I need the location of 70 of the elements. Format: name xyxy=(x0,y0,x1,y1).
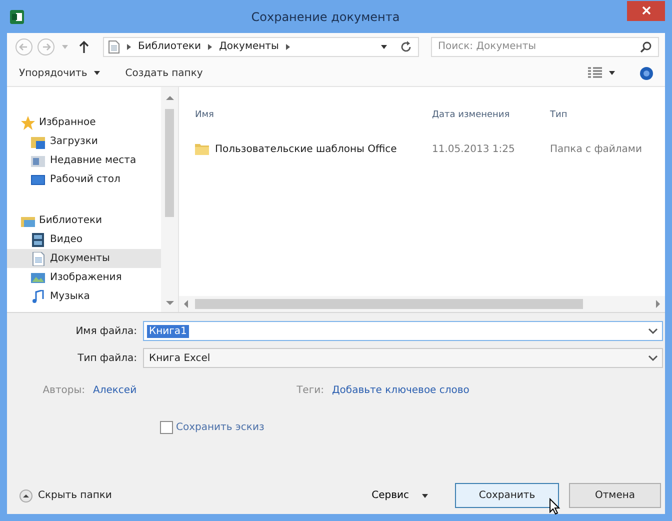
hide-folders-button[interactable]: Скрыть папки xyxy=(19,488,112,502)
excel-icon xyxy=(10,10,24,24)
sidebar-group[interactable]: Библиотеки xyxy=(7,211,161,230)
music-note-icon xyxy=(31,290,45,304)
sidebar-group[interactable]: Избранное xyxy=(7,113,161,132)
new-folder-button[interactable]: Создать папку xyxy=(121,66,207,80)
vertical-scrollbar[interactable] xyxy=(161,87,178,312)
chevron-right-icon xyxy=(207,42,214,50)
type-cell-text: Папка с файлами xyxy=(550,144,643,154)
close-button[interactable] xyxy=(627,0,665,20)
column-header[interactable]: Имя xyxy=(179,110,432,120)
field-label: Теги: xyxy=(296,384,325,396)
organize-button[interactable]: Упорядочить xyxy=(15,66,108,80)
checkbox[interactable] xyxy=(160,421,173,434)
caret-icon xyxy=(608,69,616,77)
collapse-icon xyxy=(19,488,33,502)
search-field[interactable]: Поиск: Документы xyxy=(431,36,659,56)
sidebar-item[interactable]: Изображения xyxy=(7,268,161,287)
list-view-icon xyxy=(588,67,602,79)
scroll-right-icon xyxy=(655,300,661,308)
close-icon xyxy=(642,6,650,15)
dropdown-icon xyxy=(380,42,388,50)
desktop-icon xyxy=(31,172,45,186)
search-icon xyxy=(640,40,652,52)
checkbox-label[interactable]: Сохранить эскиз xyxy=(176,422,264,433)
breadcrumb-item[interactable]: Библиотеки xyxy=(138,41,202,52)
scroll-down-icon xyxy=(166,300,174,306)
scroll-up-icon xyxy=(166,95,174,101)
document-icon xyxy=(108,40,120,54)
field-label: Имя файла: xyxy=(74,326,138,336)
sidebar-item[interactable]: Рабочий стол xyxy=(7,170,161,189)
chevron-down-icon xyxy=(648,326,658,336)
sidebar-item[interactable]: Недавние места xyxy=(7,151,161,170)
file-name-field[interactable]: Книга1 xyxy=(143,321,663,341)
sidebar-item[interactable]: Музыка xyxy=(7,287,161,306)
help-icon xyxy=(640,66,653,80)
dropdown-icon xyxy=(61,42,69,50)
author-link[interactable]: Алексей xyxy=(93,384,137,396)
file-name[interactable]: Пользовательские шаблоны Office xyxy=(215,144,397,154)
video-icon xyxy=(31,232,45,246)
cursor-icon xyxy=(549,498,560,515)
column-header[interactable]: Тип xyxy=(550,110,665,120)
tags-link[interactable]: Добавьте ключевое слово xyxy=(332,384,470,396)
sidebar-item[interactable]: Загрузки xyxy=(7,132,161,151)
column-header[interactable]: Дата изменения xyxy=(432,110,550,120)
recent-places-icon xyxy=(31,154,45,168)
window-title: Сохранение документа xyxy=(250,10,401,24)
field-label: Тип файла: xyxy=(76,352,138,364)
date-cell-text: 11.05.2013 1:25 xyxy=(432,144,516,154)
caret-icon xyxy=(421,492,429,500)
folder-icon xyxy=(195,143,209,155)
chevron-right-icon xyxy=(284,42,291,50)
caret-icon xyxy=(93,69,102,77)
breadcrumb-item[interactable]: Документы xyxy=(219,41,279,52)
scroll-left-icon xyxy=(183,300,189,308)
refresh-icon xyxy=(400,40,412,52)
chevron-right-icon xyxy=(126,42,132,50)
chevron-down-icon xyxy=(648,353,658,363)
file-type-dropdown[interactable]: Книга Excel xyxy=(143,348,663,368)
star-icon xyxy=(21,116,35,130)
service-button[interactable]: Сервис xyxy=(372,490,445,501)
document-icon xyxy=(31,252,45,266)
sidebar-item[interactable]: Документы xyxy=(7,249,161,268)
horizontal-scrollbar[interactable] xyxy=(179,296,665,312)
dialog-button[interactable]: Отмена xyxy=(569,483,661,508)
folder-icon xyxy=(31,134,45,148)
sidebar-item[interactable]: Видео xyxy=(7,230,161,249)
picture-icon xyxy=(31,270,45,284)
address-bar[interactable]: Библиотеки Документы xyxy=(103,36,419,56)
field-label: Авторы: xyxy=(42,384,86,396)
